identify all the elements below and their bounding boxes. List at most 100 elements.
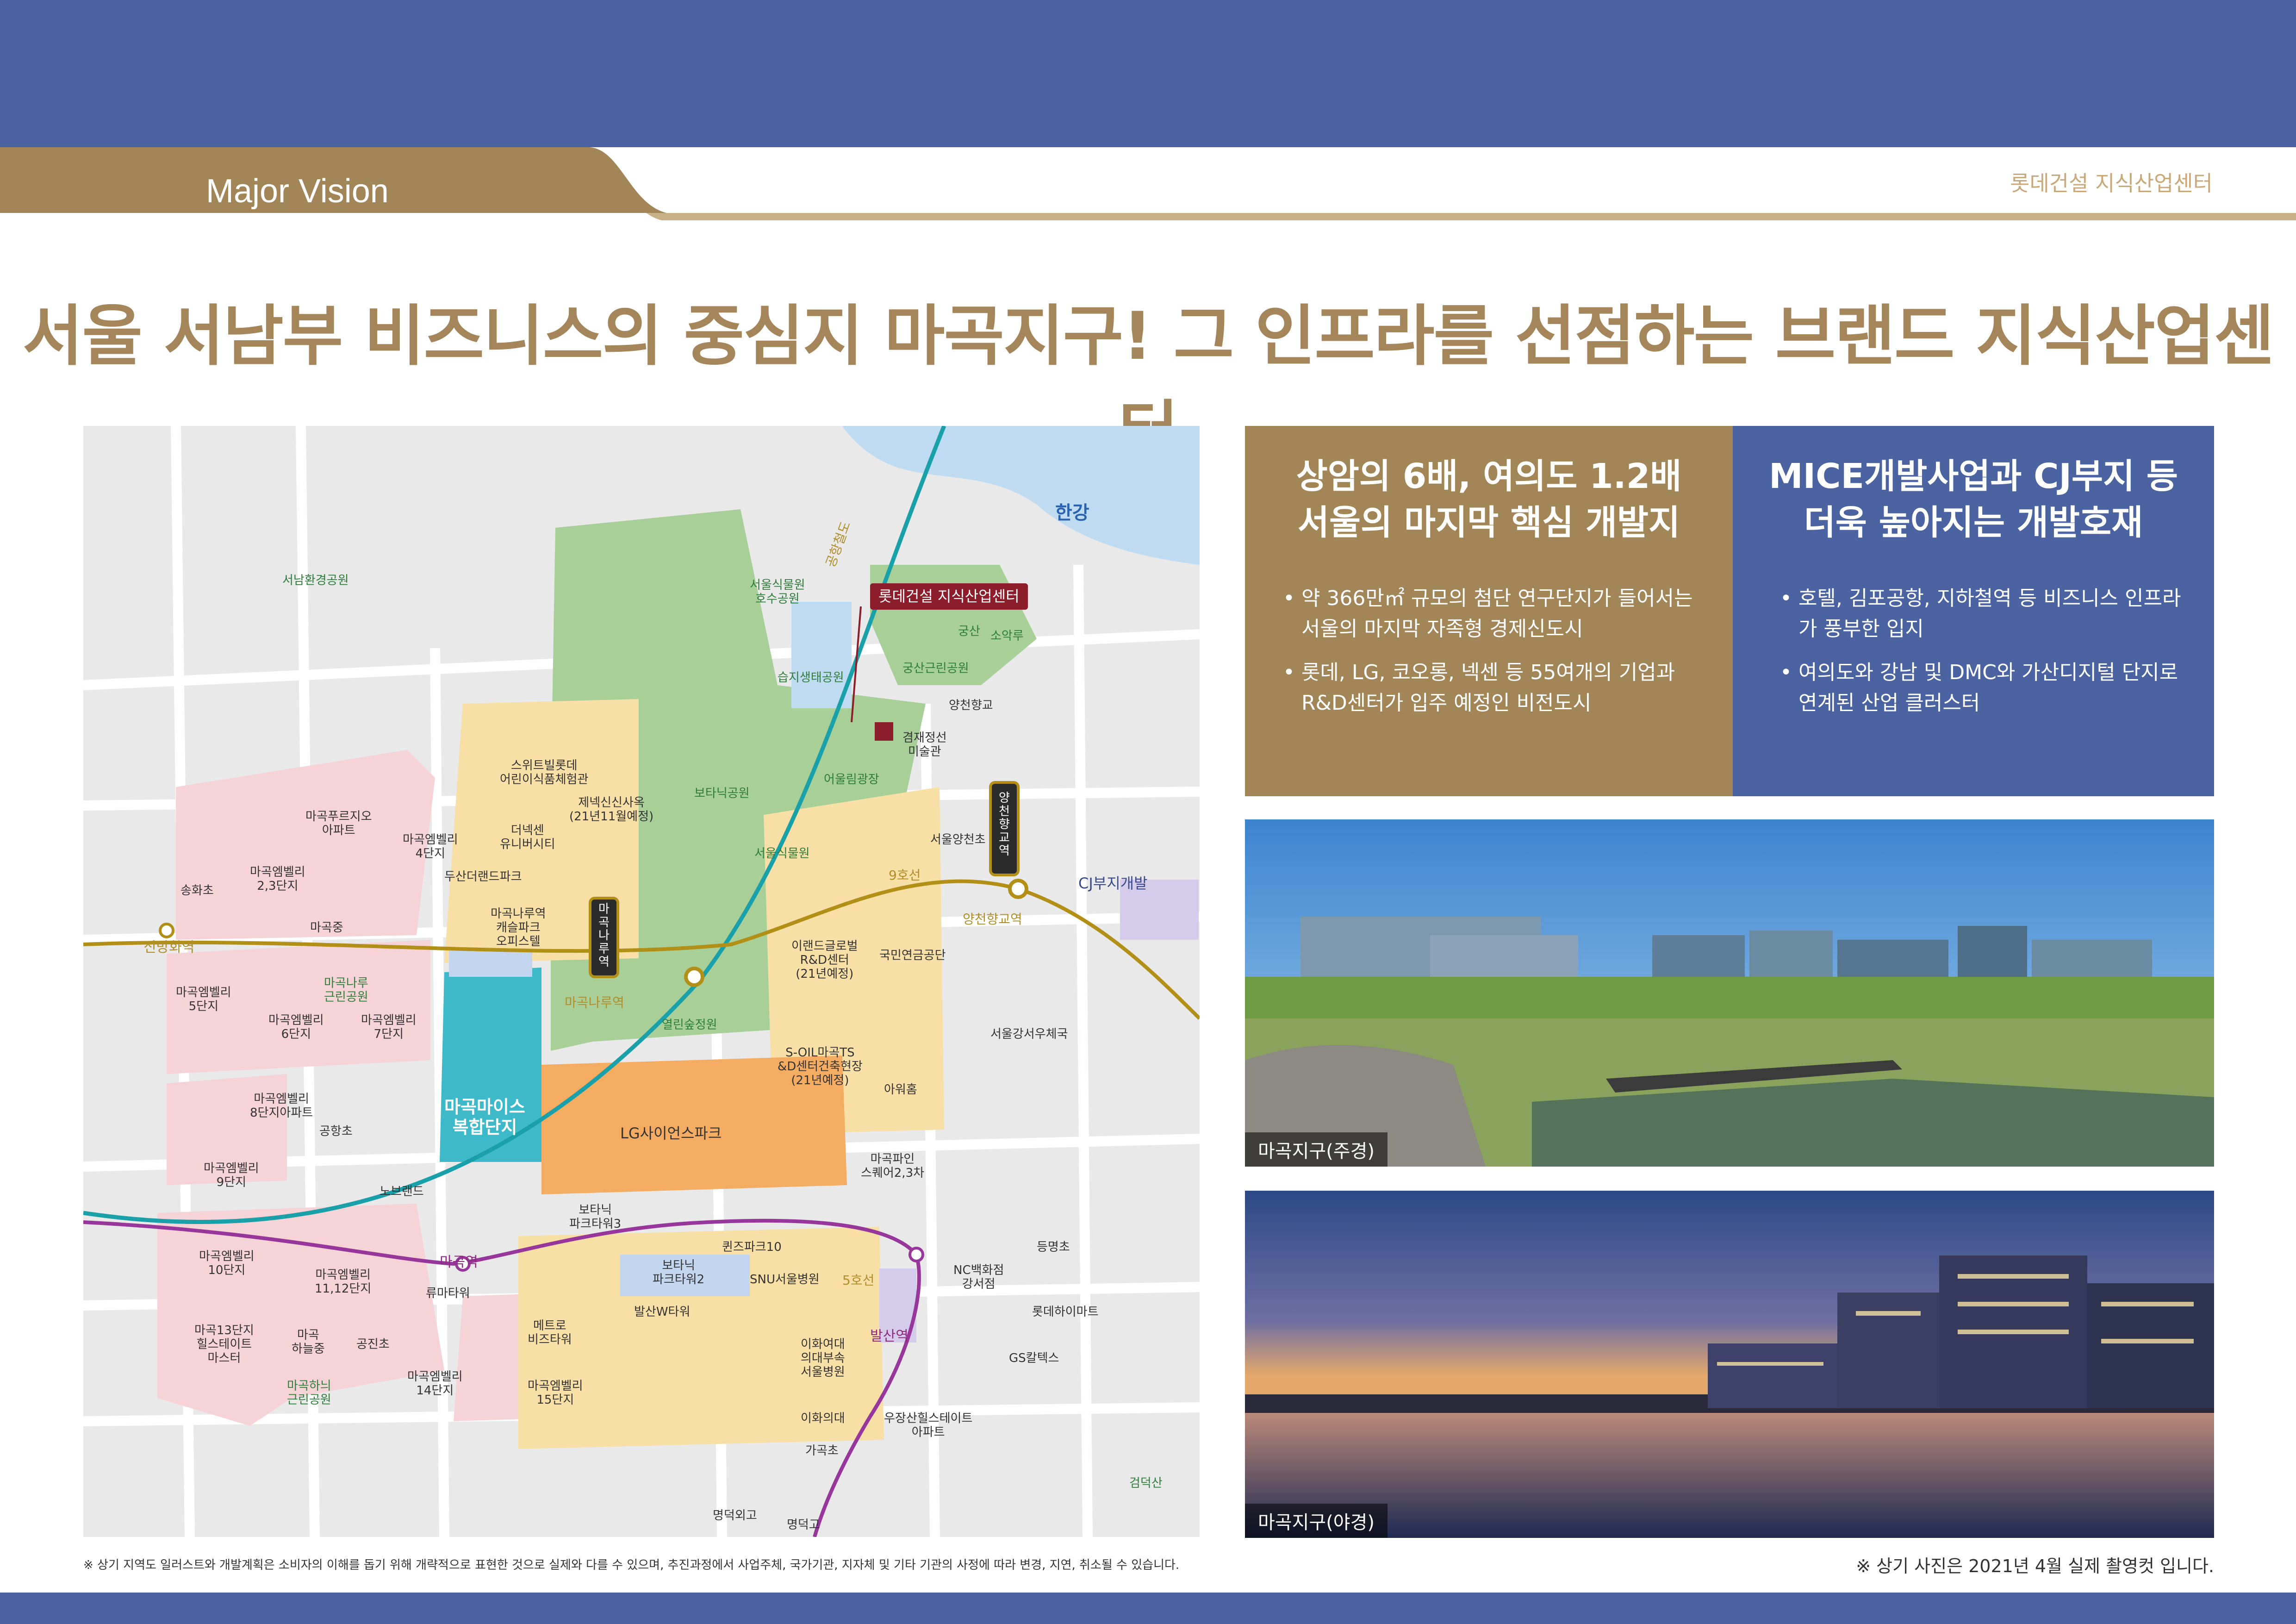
section-label: Major Vision bbox=[206, 173, 389, 210]
map-label-mice: 마곡마이스 복합단지 bbox=[444, 1097, 525, 1137]
photo-note: ※ 상기 사진은 2021년 4월 실제 촬영컷 입니다. bbox=[1856, 1556, 2214, 1576]
panel-right-title-1: MICE개발사업과 CJ부지 등 bbox=[1768, 456, 2178, 496]
photo-night: 마곡지구(야경) bbox=[1245, 1191, 2214, 1538]
map-label-botanic-tower2: 보타닉 파크타워2 bbox=[653, 1259, 705, 1287]
map-label-magok-station: 마곡역 bbox=[440, 1254, 478, 1270]
photo-day-caption: 마곡지구(주경) bbox=[1245, 1132, 1388, 1167]
map-label-soakru: 소악루 bbox=[990, 629, 1024, 643]
map-label-woojang: 우장산힐스테이트 아파트 bbox=[884, 1412, 973, 1439]
vision-panel-left: 상암의 6배, 여의도 1.2배 서울의 마지막 핵심 개발지 약 366만㎡ … bbox=[1245, 426, 1733, 796]
map-label-nc: NC백화점 강서점 bbox=[953, 1263, 1004, 1291]
map-label-dusan: 두산더랜드파크 bbox=[444, 870, 522, 884]
footer-bar bbox=[0, 1593, 2296, 1624]
panel-right-bullet: 호텔, 김포공항, 지하철역 등 비즈니스 인프라가 풍부한 입지 bbox=[1798, 583, 2191, 644]
map-label-hangang: 한강 bbox=[1055, 502, 1089, 524]
map-label-magok-prugio: 마곡푸르지오 아파트 bbox=[305, 810, 372, 837]
map-label-east-park: 열린숲정원 bbox=[662, 1018, 717, 1032]
map-label-line9: 9호선 bbox=[889, 868, 921, 883]
map-label-metro-tower: 메트로 비즈타워 bbox=[528, 1319, 572, 1347]
map-label-valley11: 마곡엠벨리 11,12단지 bbox=[315, 1268, 372, 1296]
map-label-wetland: 습지생태공원 bbox=[778, 671, 844, 685]
photo-day: 마곡지구(주경) bbox=[1245, 819, 2214, 1167]
map-label-aiwan: 아워홈 bbox=[884, 1083, 917, 1097]
map-label-valley10: 마곡엠벨리 10단지 bbox=[199, 1249, 255, 1277]
map-label-valley8: 마곡엠벨리 8단지아파트 bbox=[250, 1092, 313, 1120]
map-label-magokpine: 마곡파인 스퀘어2,3차 bbox=[861, 1152, 925, 1180]
panel-left-bullets: 약 366만㎡ 규모의 첨단 연구단지가 들어서는 서울의 마지막 자족형 경제… bbox=[1277, 583, 1703, 731]
map-label-soil: S-OIL마곡TS &D센터건축현장 (21년예정) bbox=[778, 1046, 863, 1087]
map-label-seoul-botanic-lake: 서울식물원 호수공원 bbox=[750, 578, 805, 606]
map-label-valley23: 마곡엠벨리 2,3단지 bbox=[250, 865, 305, 893]
map-label-gacheong: 가곡초 bbox=[805, 1444, 839, 1458]
panel-left-title-2: 서울의 마지막 핵심 개발지 bbox=[1297, 503, 1680, 543]
map-label-seoul-botanic: 서울식물원 bbox=[754, 847, 810, 861]
map-label-yangcheon-school: 서울양천초 bbox=[930, 833, 986, 847]
vision-panel-right: MICE개발사업과 CJ부지 등 더욱 높아지는 개발호재 호텔, 김포공항, … bbox=[1733, 426, 2214, 796]
map-label-ryu-tower: 류마타워 bbox=[426, 1287, 470, 1300]
map-label-ewha-univ: 이화의대 bbox=[801, 1412, 845, 1425]
map-label-emart: 이랜드글로벌 R&D센터 (21년예정) bbox=[791, 939, 858, 981]
map-label-valley5: 마곡엠벨리 5단지 bbox=[176, 986, 231, 1013]
map-label-post-office: 서울강서우체국 bbox=[990, 1027, 1068, 1041]
photo-night-image bbox=[1245, 1191, 2214, 1538]
map-label-swit-lotte: 스위트빌롯데 어린이식품체험관 bbox=[500, 759, 589, 787]
map-label-valley15: 마곡엠벨리 15단지 bbox=[528, 1379, 583, 1407]
map-label-songhwa: 송화초 bbox=[180, 884, 214, 898]
brand-label: 롯데건설 지식산업센터 bbox=[2010, 171, 2213, 196]
map-label-dongnek: 더넥센 유니버시티 bbox=[500, 824, 555, 851]
map-label-valley9: 마곡엠벨리 9단지 bbox=[204, 1162, 259, 1189]
map-label-gungsan: 궁산 bbox=[958, 625, 980, 638]
map-label-botanic-tower3: 보타닉 파크타워3 bbox=[569, 1203, 622, 1231]
area-map: 한강 서남환경공원 서울식물원 호수공원 습지생태공원 궁산근린공원 궁산 소악… bbox=[83, 426, 1200, 1537]
map-label-lg: LG사이언스파크 bbox=[620, 1124, 722, 1142]
map-label-valley6: 마곡엠벨리 6단지 bbox=[268, 1013, 324, 1041]
panel-right-bullet: 여의도와 강남 및 DMC와 가산디지털 단지로 연계된 산업 클러스터 bbox=[1798, 657, 2191, 718]
map-label-botanic-park: 보타닉공원 bbox=[694, 787, 750, 800]
map-label-gonghang-school: 공항초 bbox=[319, 1124, 353, 1138]
map-sign-magoknaru: 마곡나루역 bbox=[598, 902, 610, 969]
map-base bbox=[83, 426, 1200, 1537]
map-label-ewha: 이화여대 의대부속 서울병원 bbox=[801, 1337, 845, 1379]
map-label-magoknaru-square: 마곡나루역 캐슬파크 오피스텔 bbox=[491, 907, 546, 949]
map-label-pension: 국민연금공단 bbox=[879, 949, 946, 962]
map-label-seonam-park: 서남환경공원 bbox=[282, 574, 349, 587]
map-sign-yangcheon: 양천향교역 bbox=[999, 791, 1010, 858]
map-label-children-park: 어울림광장 bbox=[824, 773, 879, 787]
map-label-valley7: 마곡엠벨리 7단지 bbox=[361, 1013, 417, 1041]
panel-right-title-2: 더욱 높아지는 개발호재 bbox=[1804, 503, 2143, 543]
panel-right-bullets: 호텔, 김포공항, 지하철역 등 비즈니스 인프라가 풍부한 입지 여의도와 강… bbox=[1774, 583, 2191, 731]
map-label-balsan-station: 발산역 bbox=[870, 1328, 908, 1344]
map-label-valley4: 마곡엠벨리 4단지 bbox=[403, 833, 458, 861]
map-label-norae: 노브랜드 bbox=[380, 1185, 424, 1199]
map-label-myeongdeok-high2: 명덕고 bbox=[787, 1518, 820, 1532]
header-bar bbox=[0, 0, 2296, 147]
panel-left-bullet: 약 366만㎡ 규모의 첨단 연구단지가 들어서는 서울의 마지막 자족형 경제… bbox=[1301, 583, 1703, 644]
map-footnote: ※ 상기 지역도 일러스트와 개발계획은 소비자의 이해를 돕기 위해 개략적으… bbox=[83, 1558, 1180, 1572]
panel-left-bullet: 롯데, LG, 코오롱, 넥센 등 55여개의 기업과 R&D센터가 입주 예정… bbox=[1301, 657, 1703, 718]
map-label-gongjin: 공진초 bbox=[356, 1337, 390, 1351]
map-label-yangcheon-hyanggyo: 양천향교 bbox=[949, 699, 993, 712]
map-label-valley14: 마곡엠벨리 14단지 bbox=[407, 1370, 463, 1398]
map-label-geomdeoksan: 검덕산 bbox=[1129, 1476, 1163, 1490]
map-label-line5: 5호선 bbox=[842, 1273, 875, 1288]
map-label-jenecs: 제넥신신사옥 (21년11월예정) bbox=[569, 796, 654, 824]
map-label-yangcheon-station: 양천향교역 bbox=[963, 912, 1022, 927]
map-label-dm-school: 등명초 bbox=[1037, 1240, 1070, 1254]
map-label-haneul-school: 마곡 하늘중 bbox=[292, 1328, 325, 1356]
map-label-myeongdeok-high: 명덕외고 bbox=[713, 1509, 757, 1523]
map-label-lotte-himart: 롯데하이마트 bbox=[1032, 1305, 1099, 1319]
map-label-lotte-site: 롯데건설 지식산업센터 bbox=[870, 583, 1028, 610]
photo-night-caption: 마곡지구(야경) bbox=[1245, 1504, 1388, 1538]
map-label-gungsan-park: 궁산근린공원 bbox=[902, 662, 969, 675]
photo-day-image bbox=[1245, 819, 2214, 1167]
map-label-gyeomjae: 겸재정선 미술관 bbox=[902, 731, 947, 759]
panel-left-title-1: 상암의 6배, 여의도 1.2배 bbox=[1296, 456, 1682, 496]
map-label-cj-site: CJ부지개발 bbox=[1078, 874, 1148, 892]
map-label-gs: GS칼텍스 bbox=[1009, 1351, 1059, 1365]
map-label-magoknaru-station: 마곡나루역 bbox=[565, 995, 624, 1010]
map-label-magok-middle: 마곡중 bbox=[310, 921, 343, 935]
map-label-haneul-park: 마곡하늬 근린공원 bbox=[287, 1379, 331, 1407]
map-label-valley13: 마곡13단지 힐스테이트 마스터 bbox=[194, 1324, 254, 1365]
map-label-sinbanghwa: 신방화역 bbox=[143, 939, 195, 956]
map-label-snu: SNU서울병원 bbox=[750, 1273, 820, 1287]
